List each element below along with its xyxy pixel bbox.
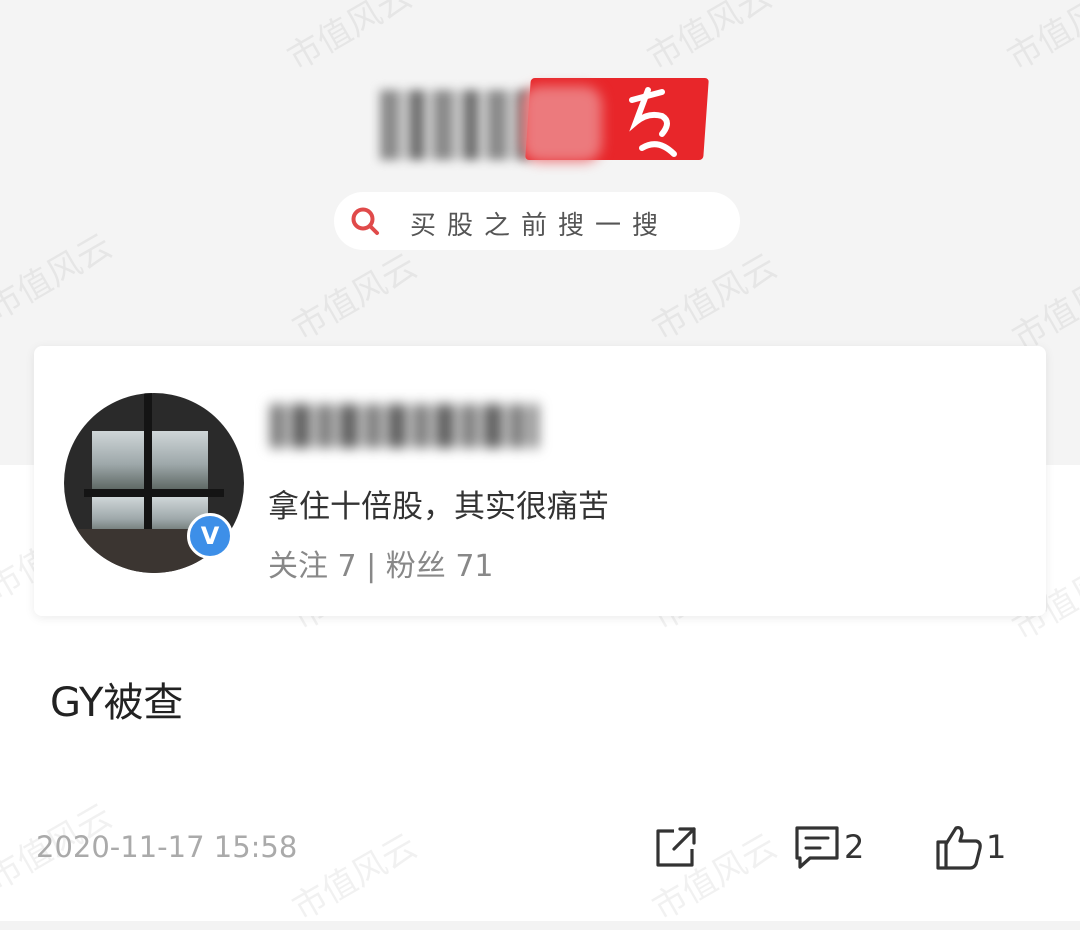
search-placeholder: 买股之前搜一搜 xyxy=(410,211,670,241)
avatar-window-frame xyxy=(84,489,224,497)
profile-stats[interactable]: 关注 7 | 粉丝 71 xyxy=(268,541,494,585)
like-button[interactable]: 1 xyxy=(934,822,1006,872)
app-logo[interactable] xyxy=(372,76,709,166)
verified-icon: V xyxy=(187,513,233,559)
post-timestamp: 2020-11-17 15:58 xyxy=(36,830,298,864)
comment-button[interactable]: 2 xyxy=(792,822,864,872)
comment-icon xyxy=(795,826,839,869)
logo-blurred-mark xyxy=(522,86,602,162)
avatar-window-pane xyxy=(92,431,144,491)
search-bar[interactable]: 买股之前搜一搜 xyxy=(334,192,740,250)
avatar-window-frame xyxy=(144,393,152,543)
share-button[interactable] xyxy=(652,822,700,872)
profile-card[interactable]: V 拿住十倍股，其实很痛苦 关注 7 | 粉丝 71 xyxy=(34,346,1046,616)
share-icon xyxy=(656,827,696,867)
profile-bio: 拿住十倍股，其实很痛苦 xyxy=(268,489,609,525)
logo-wordmark-blurred xyxy=(380,90,530,160)
search-icon xyxy=(351,207,379,235)
username-blurred[interactable] xyxy=(270,404,538,448)
logo-script-mark xyxy=(629,87,677,157)
like-count: 1 xyxy=(986,828,1007,866)
post-text: GY被查 xyxy=(50,680,184,726)
avatar-window-pane xyxy=(152,431,208,491)
comment-count: 2 xyxy=(844,828,865,866)
thumbs-up-icon xyxy=(936,826,982,870)
